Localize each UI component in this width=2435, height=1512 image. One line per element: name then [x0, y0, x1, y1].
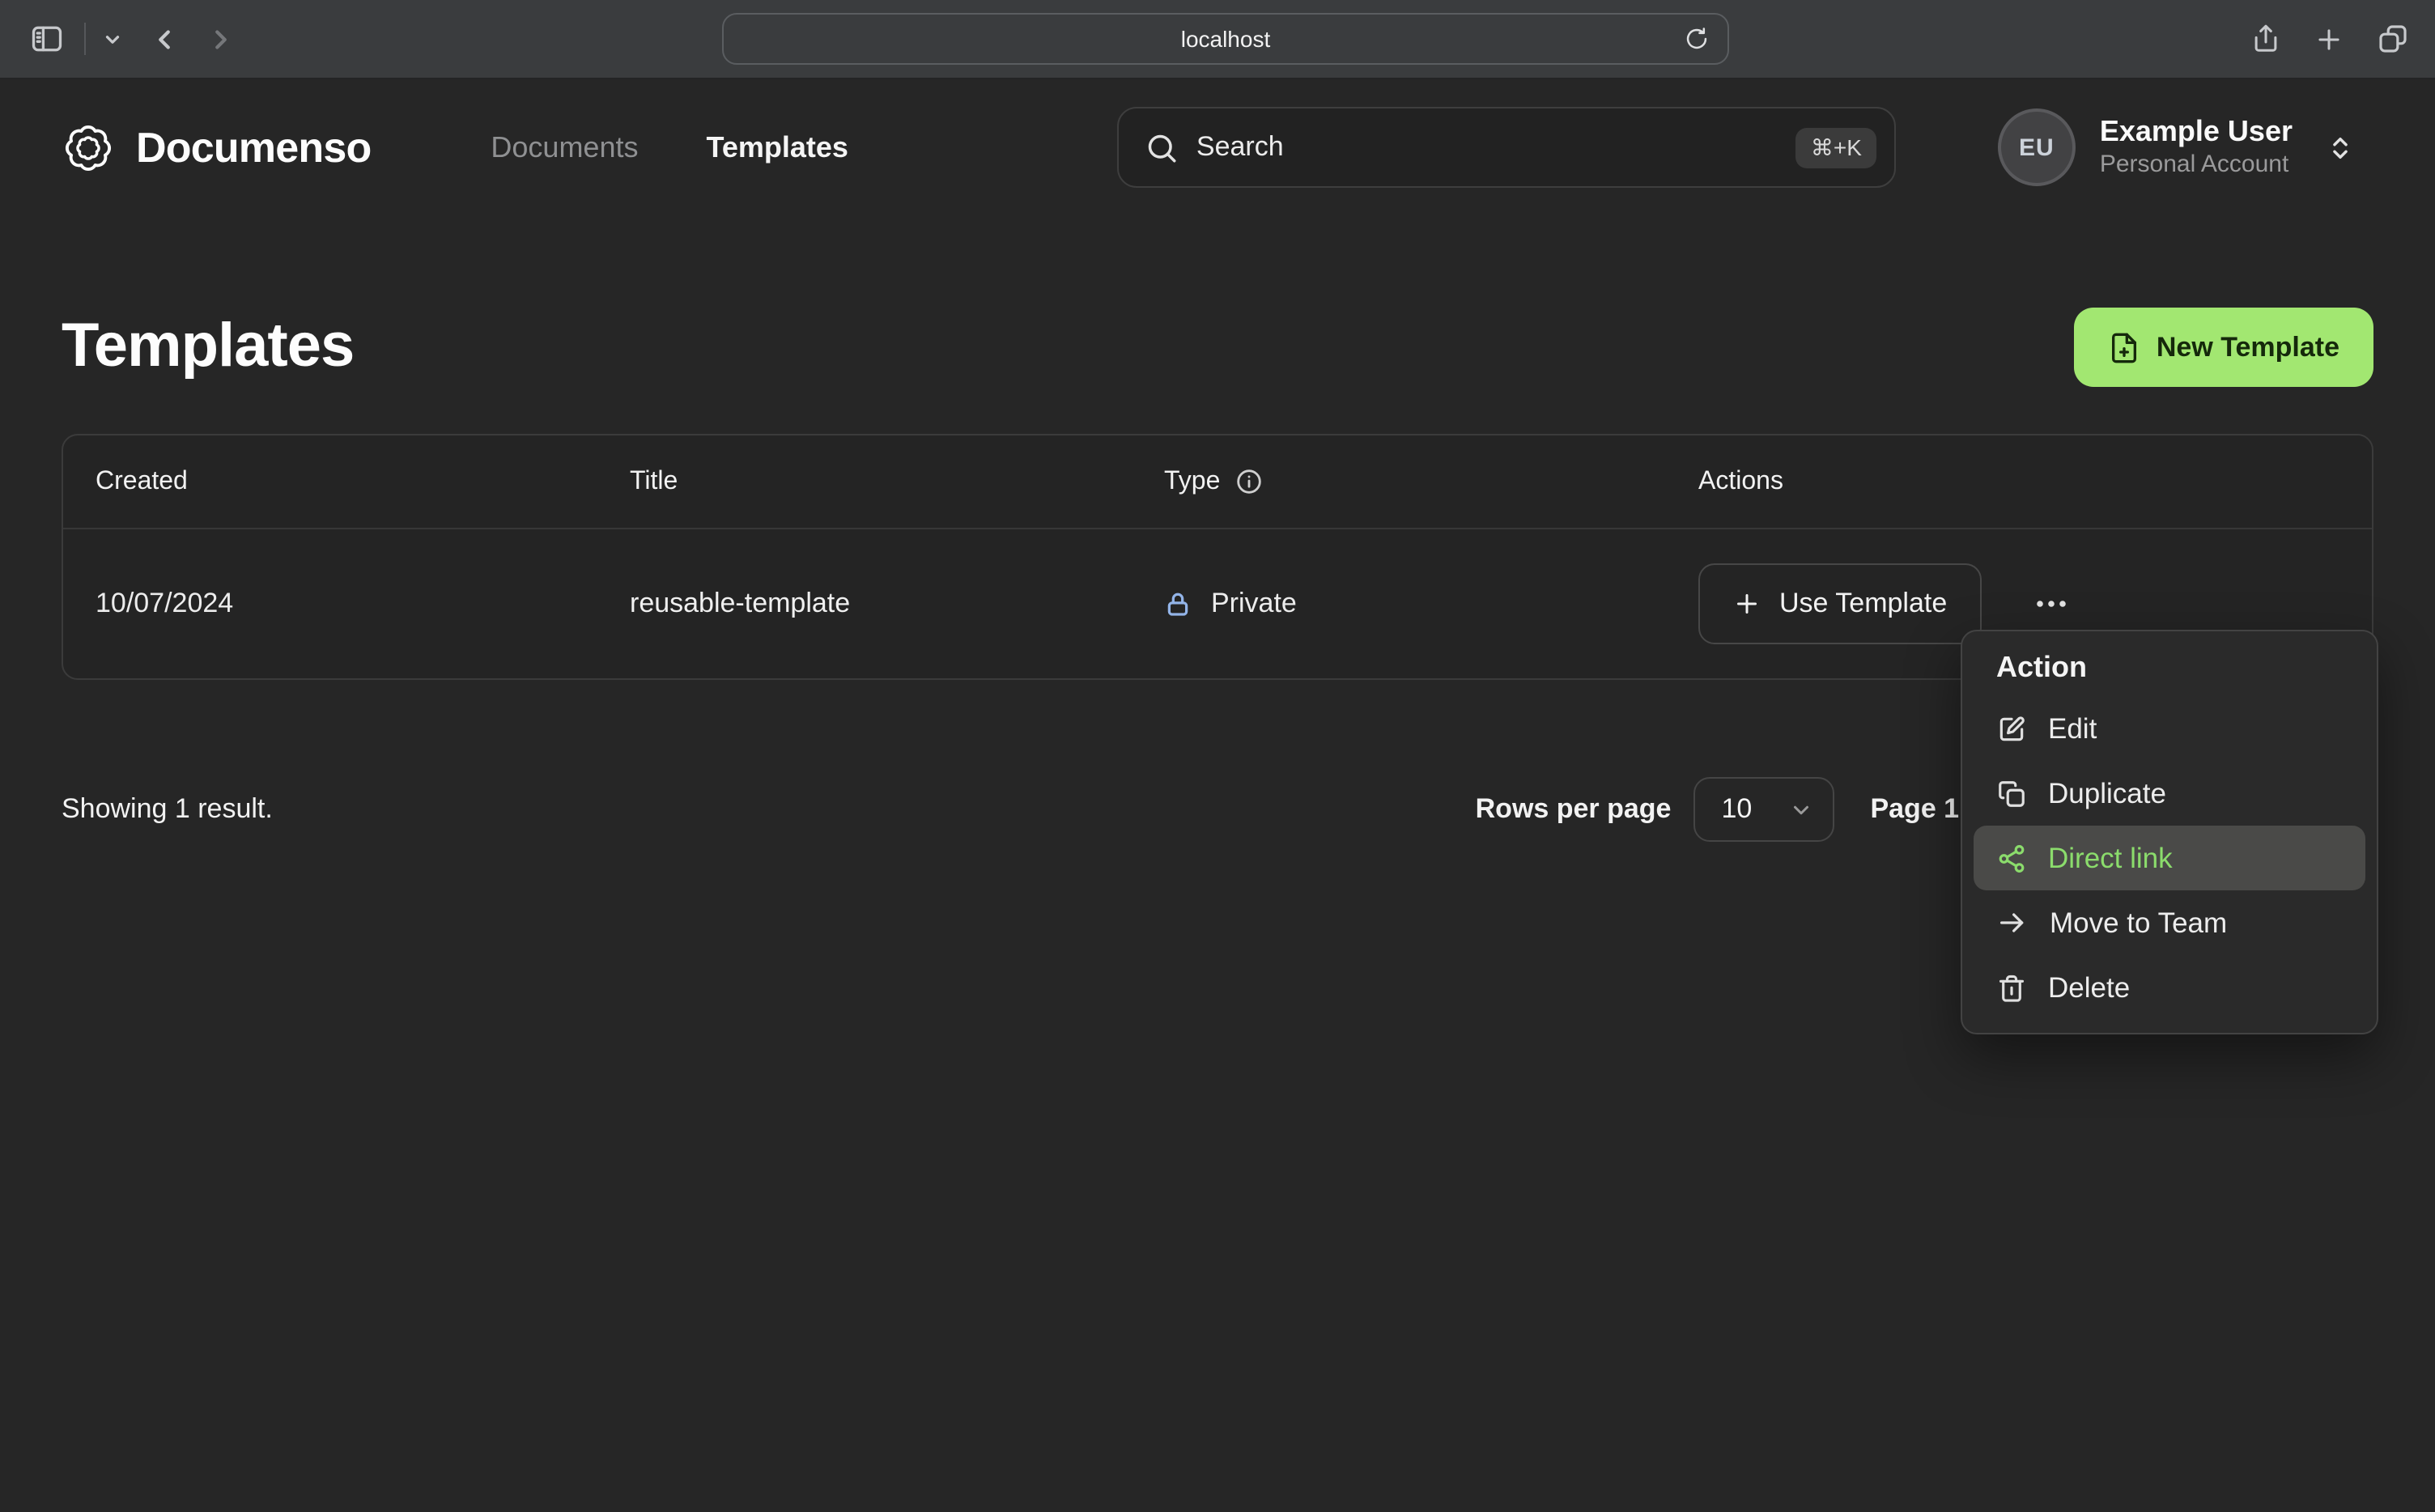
menu-item-duplicate[interactable]: Duplicate [1974, 761, 2365, 826]
info-icon[interactable] [1234, 468, 1262, 495]
menu-item-label: Move to Team [2050, 906, 2228, 938]
nav-templates[interactable]: Templates [707, 130, 848, 164]
row-title-cell[interactable]: reusable-template [630, 588, 1164, 620]
screen: localhost Documenso Documents Templates … [0, 0, 2435, 1512]
menu-item-delete[interactable]: Delete [1974, 955, 2365, 1020]
rows-per-page-value: 10 [1721, 793, 1753, 824]
column-header-type: Type [1164, 467, 1698, 496]
action-menu: Action Edit Duplicate Direct link Move t… [1961, 630, 2378, 1034]
square-pen-icon [1996, 713, 2027, 744]
address-bar[interactable]: localhost [722, 13, 1729, 65]
sidebar-toggle-icon[interactable] [29, 21, 65, 57]
action-menu-title: Action [1996, 651, 2087, 683]
reload-icon[interactable] [1684, 26, 1710, 52]
type-label: Type [1164, 467, 1221, 495]
user-menu[interactable]: EU Example User Personal Account [1997, 108, 2354, 186]
menu-item-label: Edit [2048, 711, 2097, 744]
column-header-actions: Actions [1698, 467, 1783, 495]
app-header: Documenso Documents Templates Search ⌘+K… [0, 79, 2435, 188]
search-shortcut-badge: ⌘+K [1795, 127, 1876, 168]
trash-icon [1996, 972, 2027, 1003]
share-nodes-icon [1996, 843, 2027, 873]
column-header-created: Created [96, 467, 188, 495]
nav-documents[interactable]: Documents [491, 130, 638, 164]
brand[interactable]: Documenso [62, 121, 372, 174]
menu-item-move-to-team[interactable]: Move to Team [1974, 890, 2365, 955]
search-input[interactable]: Search ⌘+K [1116, 107, 1896, 188]
forward-button-icon[interactable] [206, 23, 236, 54]
user-name: Example User [2099, 115, 2293, 148]
browser-right-controls [2250, 0, 2409, 78]
user-meta: Example User Personal Account [2100, 114, 2293, 181]
new-tab-icon[interactable] [2314, 23, 2344, 54]
row-created-cell: 10/07/2024 [96, 588, 234, 618]
ellipsis-icon [2031, 586, 2070, 622]
menu-item-label: Duplicate [2048, 776, 2166, 809]
table-header-row: Created Title Type Actions [63, 435, 2372, 529]
new-template-label: New Template [2156, 331, 2339, 362]
search-placeholder: Search [1196, 131, 1284, 162]
browser-toolbar: localhost [0, 0, 2435, 79]
more-options-button[interactable] [2025, 580, 2076, 628]
rows-per-page-label: Rows per page [1475, 793, 1672, 824]
row-type-label: Private [1211, 588, 1297, 618]
use-template-label: Use Template [1779, 588, 1948, 618]
brand-name: Documenso [136, 122, 372, 171]
results-summary: Showing 1 result. [62, 793, 273, 824]
use-template-button[interactable]: Use Template [1698, 563, 1982, 644]
menu-item-direct-link[interactable]: Direct link [1974, 826, 2365, 890]
page-title: Templates [62, 312, 355, 380]
menu-item-edit[interactable]: Edit [1974, 696, 2365, 761]
file-plus-icon [2108, 331, 2140, 363]
rows-per-page-select[interactable]: 10 [1693, 777, 1835, 842]
toolbar-divider [84, 23, 86, 55]
chevron-down-icon [1789, 797, 1813, 822]
chevrons-up-down-icon [2327, 134, 2354, 161]
plus-icon [1732, 589, 1761, 618]
menu-item-label: Direct link [2048, 841, 2173, 873]
arrow-right-icon [1996, 907, 2029, 939]
lock-icon [1164, 588, 1192, 619]
copy-icon [1996, 778, 2027, 809]
sidebar-chevron-down-icon[interactable] [102, 28, 123, 49]
column-header-title: Title [630, 467, 678, 495]
tab-overview-icon[interactable] [2377, 23, 2409, 55]
avatar: EU [1997, 108, 2076, 186]
address-bar-url: localhost [1180, 26, 1271, 52]
browser-left-controls [0, 21, 236, 57]
menu-item-label: Delete [2048, 970, 2131, 1003]
share-icon[interactable] [2250, 23, 2281, 55]
user-account-type: Personal Account [2099, 150, 2289, 178]
row-type-cell: Private [1164, 588, 1698, 620]
avatar-initials: EU [2019, 134, 2055, 161]
page-header: Templates New Template [62, 308, 2373, 387]
new-template-button[interactable]: New Template [2073, 308, 2373, 387]
documenso-logo-icon [62, 121, 115, 174]
search-icon [1145, 130, 1179, 164]
main-nav: Documents Templates [491, 130, 848, 164]
back-button-icon[interactable] [149, 23, 180, 54]
